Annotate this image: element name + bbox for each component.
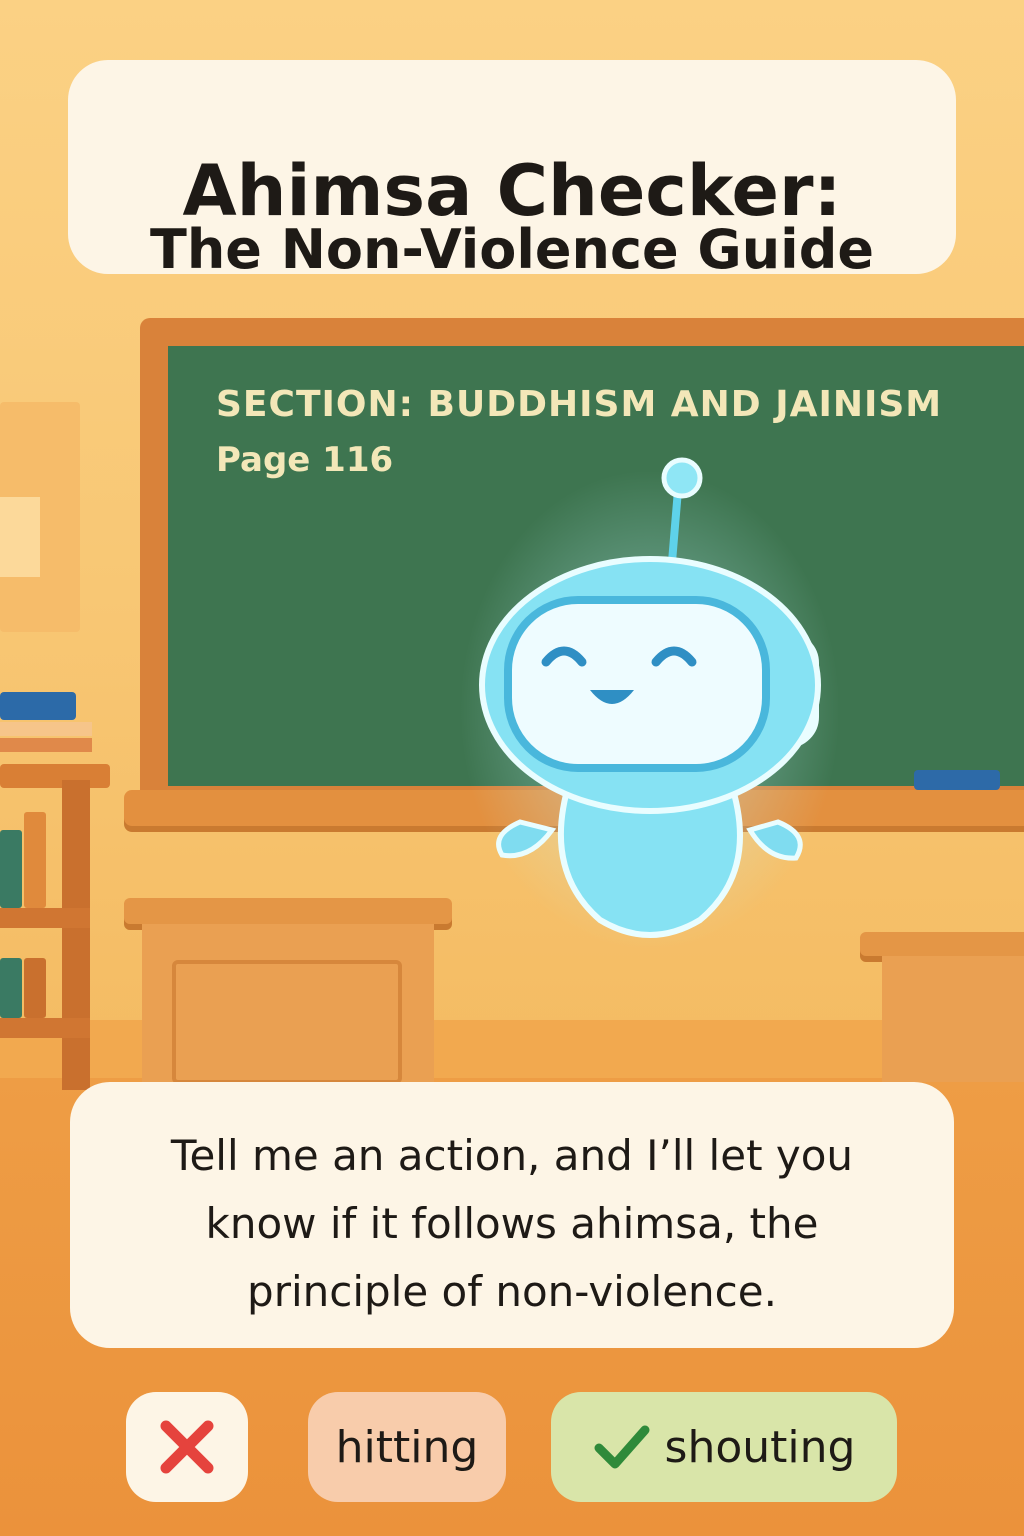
choice-hitting[interactable]: hitting	[308, 1392, 506, 1502]
choice-shouting[interactable]: shouting	[551, 1392, 897, 1502]
choice-label: shouting	[664, 1421, 856, 1473]
bookshelf	[0, 760, 110, 1090]
desk-right	[882, 956, 1024, 1082]
robot-mascot-icon	[460, 457, 840, 950]
title-card: Ahimsa Checker: The Non-Violence Guide	[68, 60, 956, 281]
desk-top-right	[860, 932, 1024, 956]
assistant-message-bubble: Tell me an action, and I’ll let you know…	[70, 1082, 954, 1348]
eraser	[914, 770, 1000, 790]
desk	[142, 924, 434, 1084]
assistant-message: Tell me an action, and I’ll let you know…	[170, 1131, 854, 1316]
page-subtitle: The Non-Violence Guide	[150, 218, 874, 281]
desk-top	[124, 898, 452, 924]
reject-button[interactable]	[126, 1392, 248, 1502]
book-stack	[0, 692, 92, 762]
wall-frame	[0, 402, 80, 632]
checkmark-icon	[593, 1422, 651, 1472]
page-number: Page 116	[216, 440, 394, 480]
choice-label: hitting	[335, 1421, 479, 1473]
cross-icon	[160, 1420, 214, 1474]
section-heading: SECTION: BUDDHISM AND JAINISM	[216, 384, 943, 425]
